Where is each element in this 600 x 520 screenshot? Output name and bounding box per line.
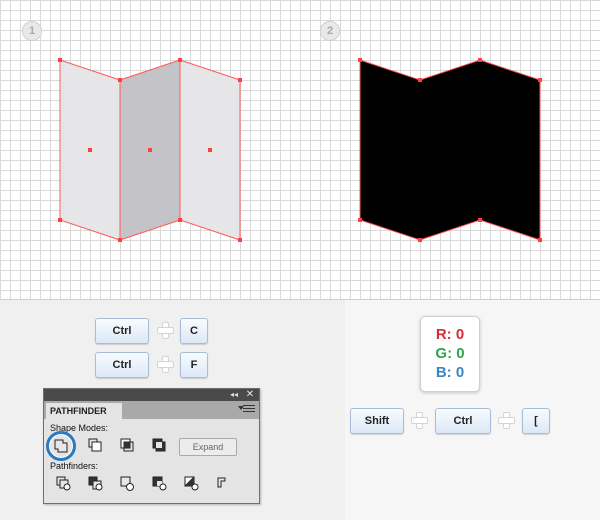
close-icon[interactable]: ✕ bbox=[245, 389, 255, 401]
red-value: R: 0 bbox=[435, 326, 465, 343]
plus-icon bbox=[155, 320, 175, 340]
step-badge-2: 2 bbox=[320, 21, 340, 41]
trim-icon[interactable] bbox=[87, 475, 103, 491]
bracket-key: [ bbox=[522, 408, 550, 434]
minus-back-icon[interactable] bbox=[215, 475, 231, 491]
minus-front-icon[interactable] bbox=[87, 437, 103, 453]
green-value: G: 0 bbox=[435, 345, 465, 362]
outline-icon[interactable] bbox=[183, 475, 199, 491]
intersect-icon[interactable] bbox=[119, 437, 135, 453]
pathfinders-label: Pathfinders: bbox=[50, 461, 99, 471]
rgb-color-card: R: 0 G: 0 B: 0 bbox=[420, 316, 480, 392]
plus-icon bbox=[496, 410, 516, 430]
ctrl-key: Ctrl bbox=[435, 408, 491, 434]
f-key: F bbox=[180, 352, 208, 378]
black-shape bbox=[359, 59, 541, 241]
tab-pathfinder[interactable]: PATHFINDER bbox=[46, 403, 122, 419]
blue-value: B: 0 bbox=[435, 364, 465, 381]
ctrl-key: Ctrl bbox=[95, 318, 149, 344]
plus-icon bbox=[409, 410, 429, 430]
panel-menu-icon[interactable] bbox=[238, 405, 255, 415]
step-badge-1: 1 bbox=[22, 21, 42, 41]
collapse-icon[interactable]: ◂◂ bbox=[229, 390, 239, 400]
c-key: C bbox=[180, 318, 208, 344]
shift-key: Shift bbox=[350, 408, 404, 434]
panel-title-bar[interactable]: ◂◂ ✕ bbox=[44, 389, 259, 401]
ctrl-key: Ctrl bbox=[95, 352, 149, 378]
unite-icon[interactable] bbox=[53, 438, 69, 454]
expand-button[interactable]: Expand bbox=[179, 438, 237, 456]
panel-tab-row: PATHFINDER bbox=[44, 401, 259, 419]
pathfinder-panel: ◂◂ ✕ PATHFINDER Shape Modes: Expand Path… bbox=[43, 388, 260, 504]
exclude-icon[interactable] bbox=[151, 437, 167, 453]
divide-icon[interactable] bbox=[55, 475, 71, 491]
folded-shape-artwork bbox=[58, 58, 242, 242]
merge-icon[interactable] bbox=[119, 475, 135, 491]
crop-icon[interactable] bbox=[151, 475, 167, 491]
merged-shape-artwork bbox=[358, 58, 542, 242]
plus-icon bbox=[155, 354, 175, 374]
